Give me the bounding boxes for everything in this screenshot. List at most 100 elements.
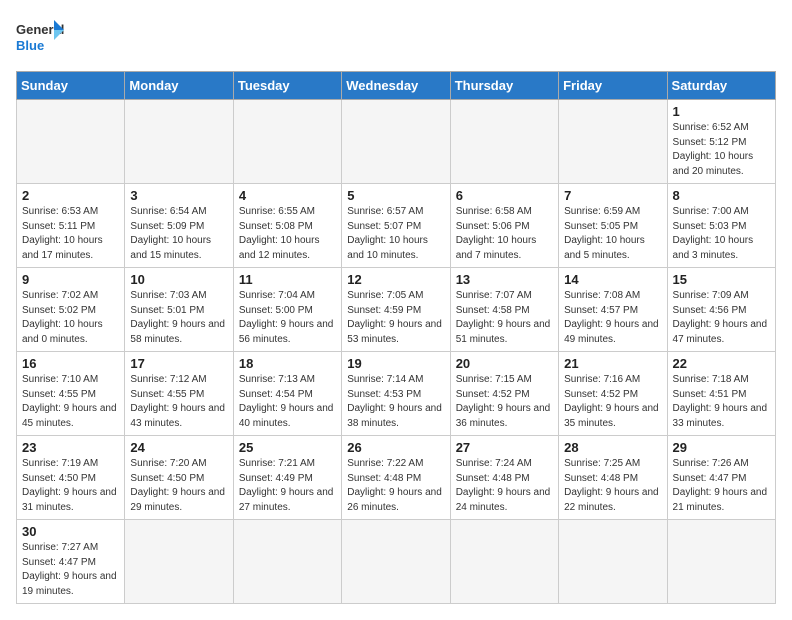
day-info: Sunrise: 7:13 AM Sunset: 4:54 PM Dayligh… — [239, 373, 336, 431]
calendar-cell: 29Sunrise: 7:26 AM Sunset: 4:47 PM Dayli… — [667, 436, 775, 520]
day-number: 10 — [130, 272, 227, 287]
calendar-cell: 30Sunrise: 7:27 AM Sunset: 4:47 PM Dayli… — [17, 520, 125, 604]
week-row-4: 16Sunrise: 7:10 AM Sunset: 4:55 PM Dayli… — [17, 352, 776, 436]
day-number: 18 — [239, 356, 336, 371]
day-info: Sunrise: 7:12 AM Sunset: 4:55 PM Dayligh… — [130, 373, 227, 431]
day-number: 19 — [347, 356, 444, 371]
calendar-cell — [125, 520, 233, 604]
day-info: Sunrise: 6:58 AM Sunset: 5:06 PM Dayligh… — [456, 205, 553, 263]
day-number: 3 — [130, 188, 227, 203]
day-number: 4 — [239, 188, 336, 203]
calendar-cell: 5Sunrise: 6:57 AM Sunset: 5:07 PM Daylig… — [342, 184, 450, 268]
day-number: 12 — [347, 272, 444, 287]
calendar-cell: 10Sunrise: 7:03 AM Sunset: 5:01 PM Dayli… — [125, 268, 233, 352]
day-number: 17 — [130, 356, 227, 371]
calendar-cell: 26 Sunrise: 7:22 AM Sunset: 4:48 PM Dayli… — [342, 436, 450, 520]
day-info: Sunrise: 7:22 AM Sunset: 4:48 PM Dayligh… — [347, 457, 444, 515]
day-info: Sunrise: 6:54 AM Sunset: 5:09 PM Dayligh… — [130, 205, 227, 263]
day-info: Sunrise: 7:02 AM Sunset: 5:02 PM Dayligh… — [22, 289, 119, 347]
day-info: Sunrise: 7:25 AM Sunset: 4:48 PM Dayligh… — [564, 457, 661, 515]
day-header-thursday: Thursday — [450, 72, 558, 100]
calendar-cell — [342, 100, 450, 184]
calendar-cell: 23 Sunrise: 7:19 AM Sunset: 4:50 PM Dayli… — [17, 436, 125, 520]
day-info: Sunrise: 7:09 AM Sunset: 4:56 PM Dayligh… — [673, 289, 770, 347]
day-number: 23 — [22, 440, 119, 455]
day-info: Sunrise: 6:52 AM Sunset: 5:12 PM Dayligh… — [673, 121, 770, 179]
calendar-cell: 7 Sunrise: 6:59 AM Sunset: 5:05 PM Daylig… — [559, 184, 667, 268]
calendar-cell: 8 Sunrise: 7:00 AM Sunset: 5:03 PM Daylig… — [667, 184, 775, 268]
day-number: 2 — [22, 188, 119, 203]
calendar-cell — [233, 100, 341, 184]
calendar-cell: 11 Sunrise: 7:04 AM Sunset: 5:00 PM Dayli… — [233, 268, 341, 352]
calendar-cell: 28 Sunrise: 7:25 AM Sunset: 4:48 PM Dayli… — [559, 436, 667, 520]
week-row-1: 1 Sunrise: 6:52 AM Sunset: 5:12 PM Daylig… — [17, 100, 776, 184]
calendar-cell: 1 Sunrise: 6:52 AM Sunset: 5:12 PM Daylig… — [667, 100, 775, 184]
calendar-cell: 14Sunrise: 7:08 AM Sunset: 4:57 PM Dayli… — [559, 268, 667, 352]
day-number: 14 — [564, 272, 661, 287]
calendar-cell — [559, 100, 667, 184]
calendar-cell — [17, 100, 125, 184]
day-header-wednesday: Wednesday — [342, 72, 450, 100]
day-info: Sunrise: 6:55 AM Sunset: 5:08 PM Dayligh… — [239, 205, 336, 263]
day-info: Sunrise: 7:18 AM Sunset: 4:51 PM Dayligh… — [673, 373, 770, 431]
day-number: 7 — [564, 188, 661, 203]
calendar-cell — [559, 520, 667, 604]
calendar-cell: 27Sunrise: 7:24 AM Sunset: 4:48 PM Dayli… — [450, 436, 558, 520]
calendar-cell: 24Sunrise: 7:20 AM Sunset: 4:50 PM Dayli… — [125, 436, 233, 520]
day-info: Sunrise: 7:21 AM Sunset: 4:49 PM Dayligh… — [239, 457, 336, 515]
calendar-cell: 17 Sunrise: 7:12 AM Sunset: 4:55 PM Dayli… — [125, 352, 233, 436]
calendar-header-row: SundayMondayTuesdayWednesdayThursdayFrid… — [17, 72, 776, 100]
day-info: Sunrise: 7:04 AM Sunset: 5:00 PM Dayligh… — [239, 289, 336, 347]
day-number: 1 — [673, 104, 770, 119]
day-info: Sunrise: 6:53 AM Sunset: 5:11 PM Dayligh… — [22, 205, 119, 263]
calendar-cell: 6 Sunrise: 6:58 AM Sunset: 5:06 PM Daylig… — [450, 184, 558, 268]
svg-text:Blue: Blue — [16, 38, 44, 53]
day-number: 24 — [130, 440, 227, 455]
day-info: Sunrise: 7:10 AM Sunset: 4:55 PM Dayligh… — [22, 373, 119, 431]
logo-svg: General Blue — [16, 16, 66, 61]
calendar-cell — [450, 100, 558, 184]
day-info: Sunrise: 7:15 AM Sunset: 4:52 PM Dayligh… — [456, 373, 553, 431]
day-info: Sunrise: 7:27 AM Sunset: 4:47 PM Dayligh… — [22, 541, 119, 599]
day-info: Sunrise: 7:14 AM Sunset: 4:53 PM Dayligh… — [347, 373, 444, 431]
calendar-table: SundayMondayTuesdayWednesdayThursdayFrid… — [16, 71, 776, 604]
day-info: Sunrise: 7:24 AM Sunset: 4:48 PM Dayligh… — [456, 457, 553, 515]
day-number: 15 — [673, 272, 770, 287]
week-row-6: 30Sunrise: 7:27 AM Sunset: 4:47 PM Dayli… — [17, 520, 776, 604]
calendar-cell: 20 Sunrise: 7:15 AM Sunset: 4:52 PM Dayli… — [450, 352, 558, 436]
calendar-cell: 21Sunrise: 7:16 AM Sunset: 4:52 PM Dayli… — [559, 352, 667, 436]
day-info: Sunrise: 7:26 AM Sunset: 4:47 PM Dayligh… — [673, 457, 770, 515]
day-info: Sunrise: 6:59 AM Sunset: 5:05 PM Dayligh… — [564, 205, 661, 263]
day-info: Sunrise: 7:00 AM Sunset: 5:03 PM Dayligh… — [673, 205, 770, 263]
day-number: 5 — [347, 188, 444, 203]
calendar-cell — [125, 100, 233, 184]
day-number: 20 — [456, 356, 553, 371]
day-header-sunday: Sunday — [17, 72, 125, 100]
day-number: 25 — [239, 440, 336, 455]
day-number: 8 — [673, 188, 770, 203]
day-header-monday: Monday — [125, 72, 233, 100]
calendar-cell: 12Sunrise: 7:05 AM Sunset: 4:59 PM Dayli… — [342, 268, 450, 352]
day-number: 26 — [347, 440, 444, 455]
day-number: 9 — [22, 272, 119, 287]
day-header-saturday: Saturday — [667, 72, 775, 100]
calendar-cell: 13 Sunrise: 7:07 AM Sunset: 4:58 PM Dayli… — [450, 268, 558, 352]
day-number: 6 — [456, 188, 553, 203]
calendar-cell: 3 Sunrise: 6:54 AM Sunset: 5:09 PM Daylig… — [125, 184, 233, 268]
day-number: 21 — [564, 356, 661, 371]
day-info: Sunrise: 7:07 AM Sunset: 4:58 PM Dayligh… — [456, 289, 553, 347]
calendar-cell: 2 Sunrise: 6:53 AM Sunset: 5:11 PM Daylig… — [17, 184, 125, 268]
day-header-tuesday: Tuesday — [233, 72, 341, 100]
logo: General Blue — [16, 16, 66, 61]
calendar-cell — [342, 520, 450, 604]
calendar-cell: 9 Sunrise: 7:02 AM Sunset: 5:02 PM Daylig… — [17, 268, 125, 352]
calendar-cell: 22Sunrise: 7:18 AM Sunset: 4:51 PM Dayli… — [667, 352, 775, 436]
day-number: 13 — [456, 272, 553, 287]
day-number: 28 — [564, 440, 661, 455]
day-info: Sunrise: 7:19 AM Sunset: 4:50 PM Dayligh… — [22, 457, 119, 515]
day-header-friday: Friday — [559, 72, 667, 100]
week-row-2: 2 Sunrise: 6:53 AM Sunset: 5:11 PM Daylig… — [17, 184, 776, 268]
day-number: 11 — [239, 272, 336, 287]
week-row-5: 23 Sunrise: 7:19 AM Sunset: 4:50 PM Dayli… — [17, 436, 776, 520]
week-row-3: 9 Sunrise: 7:02 AM Sunset: 5:02 PM Daylig… — [17, 268, 776, 352]
